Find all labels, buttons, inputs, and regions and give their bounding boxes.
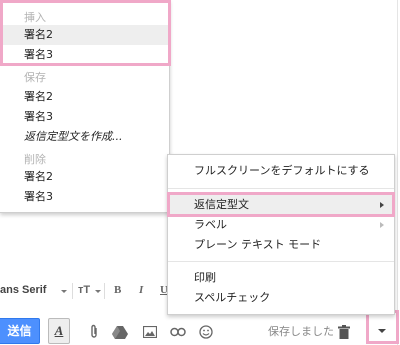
compose-action-bar: 送信 A 保存しました [0,310,400,345]
menu-item-fullscreen-default[interactable]: フルスクリーンをデフォルトにする [168,161,394,181]
link-icon[interactable] [170,324,186,340]
formatting-options-button[interactable]: A [48,318,70,344]
chevron-right-icon [380,222,384,228]
more-options-menu: フルスクリーンをデフォルトにする 返信定型文 ラベル プレーン テキスト モード… [167,154,395,315]
menu-item-spell-check[interactable]: スペルチェック [168,288,394,308]
delete-section-header: 削除 [24,153,46,166]
photo-icon[interactable] [142,324,158,340]
font-size-button[interactable]: ᴛT [78,284,90,296]
chevron-down-icon [61,290,67,293]
google-drive-icon[interactable] [112,324,128,340]
menu-item-label: ラベル [194,218,227,231]
bold-button[interactable]: B [114,284,121,296]
menu-item-label-submenu[interactable]: ラベル [168,215,394,235]
menu-divider [168,188,394,189]
compose-border [397,0,398,345]
paperclip-icon[interactable] [86,324,102,340]
italic-button[interactable]: I [139,284,143,296]
create-canned-response-item[interactable]: 返信定型文を作成... [0,127,170,147]
menu-item-plain-text-mode[interactable]: プレーン テキスト モード [168,235,394,255]
send-button[interactable]: 送信 [0,318,40,344]
insert-group-highlight [0,0,171,66]
emoji-icon[interactable] [198,324,214,340]
menu-divider [168,261,394,262]
canned-responses-highlight [167,192,395,217]
menu-item-print[interactable]: 印刷 [168,268,394,288]
more-options-highlight [366,310,399,344]
toolbar-divider [104,283,105,299]
delete-item-signature2[interactable]: 署名2 [0,167,170,187]
toolbar-divider [72,283,73,299]
font-family-select[interactable]: ans Serif [0,284,46,296]
delete-item-signature3[interactable]: 署名3 [0,187,170,207]
saved-status: 保存しました [268,325,334,338]
trash-icon[interactable] [336,324,352,340]
save-item-signature2[interactable]: 署名2 [0,87,170,107]
save-section-header: 保存 [24,71,46,84]
formatting-toolbar: ans Serif ᴛT B I U [0,280,170,304]
save-item-signature3[interactable]: 署名3 [0,107,170,127]
chevron-down-icon [95,290,101,293]
